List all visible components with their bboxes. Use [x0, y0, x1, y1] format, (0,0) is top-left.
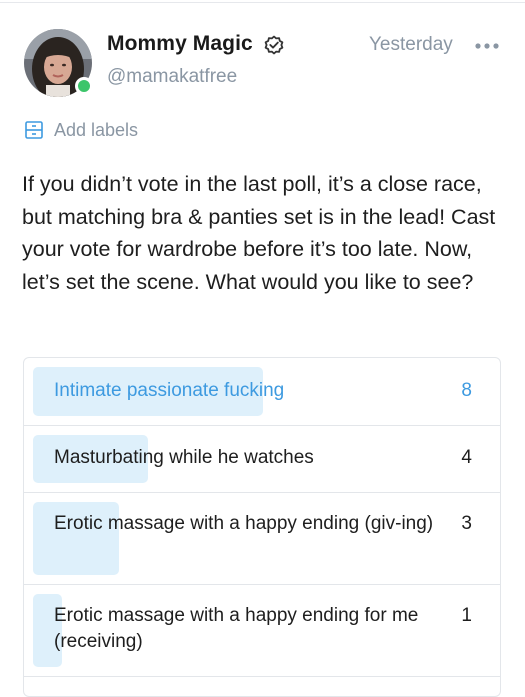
author-display-name[interactable]: Mommy Magic [107, 32, 253, 56]
add-labels-label: Add labels [54, 119, 139, 140]
online-status-dot [75, 77, 93, 95]
poll-option[interactable]: Erotic massage with a happy ending for m… [24, 585, 500, 677]
poll-option-votes: 1 [461, 605, 472, 626]
poll-option-label: Intimate passionate fucking [54, 380, 285, 401]
more-dots-icon[interactable] [474, 40, 500, 52]
add-labels-button[interactable]: Add labels [24, 118, 138, 142]
poll-option-votes: 8 [461, 380, 472, 401]
post-body-text: If you didn’t vote in the last poll, it’… [22, 172, 496, 294]
poll-option[interactable]: Intimate passionate fucking 8 [24, 358, 500, 426]
post-card: Mommy Magic @mamakatfree Yesterday Add l… [0, 0, 525, 697]
author-username[interactable]: @mamakatfree [107, 66, 237, 88]
poll-option-votes: 3 [461, 513, 472, 534]
poll-option-label: Erotic massage with a happy ending for m… [54, 605, 419, 652]
verified-badge-icon [264, 35, 284, 55]
avatar[interactable] [24, 29, 93, 97]
poll-option-votes: 4 [461, 447, 472, 468]
poll-option-label: Erotic massage with a happy ending (giv-… [54, 513, 434, 534]
poll: Intimate passionate fucking 8 Masturbati… [23, 357, 501, 697]
poll-option[interactable]: Masturbating while he watches 4 [24, 426, 500, 493]
poll-option[interactable]: Erotic massage with a happy ending (giv-… [24, 493, 500, 585]
poll-option-label: Masturbating while he watches [54, 447, 314, 468]
post-timestamp[interactable]: Yesterday [369, 34, 453, 56]
label-tag-icon [25, 121, 43, 139]
